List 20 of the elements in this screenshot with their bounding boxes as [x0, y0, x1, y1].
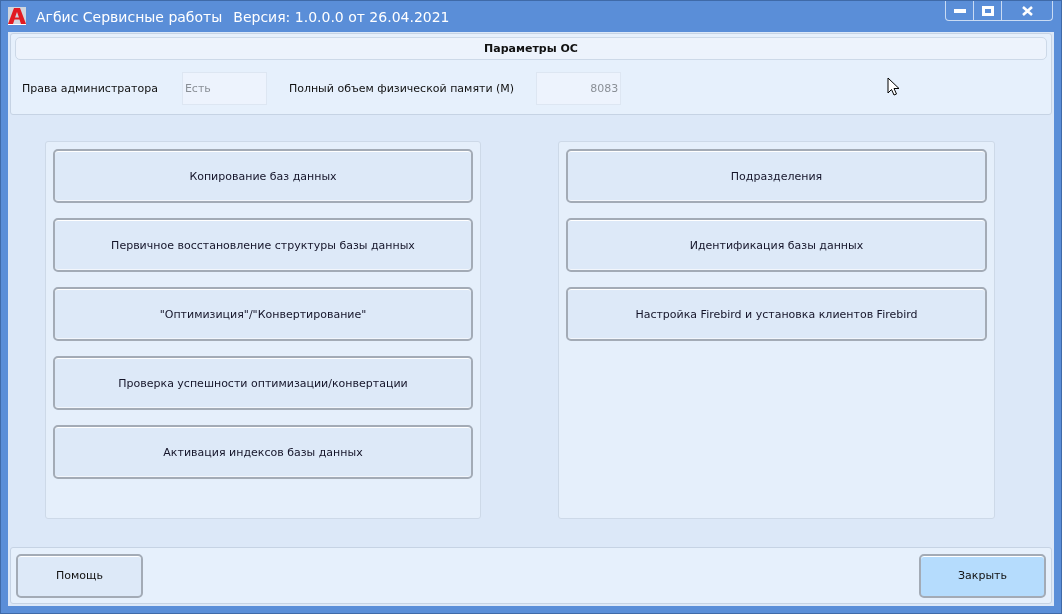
field-label: Права администратора: [22, 82, 158, 95]
field-label: Полный объем физической памяти (М): [288, 82, 515, 95]
maximize-icon: [981, 5, 994, 16]
mouse-pointer-icon: [887, 77, 900, 96]
window-title: Агбис Сервисные работы: [36, 8, 223, 27]
action-button[interactable]: Идентификация базы данных: [566, 218, 987, 272]
minimize-icon: [953, 8, 966, 13]
app-logo-icon: [8, 7, 26, 25]
footer-button[interactable]: Закрыть: [919, 553, 1046, 598]
action-button[interactable]: Подразделения: [566, 149, 987, 203]
section-title: Параметры ОС: [484, 42, 578, 55]
action-button[interactable]: Первичное восстановление структуры базы данных: [53, 218, 473, 272]
action-button[interactable]: Копирование баз данных: [53, 149, 473, 203]
version-label: Версия: 1.0.0.0 от 26.04.2021: [233, 8, 450, 27]
action-button[interactable]: "Оптимизиция"/"Конвертирование": [53, 287, 473, 341]
action-button[interactable]: Настройка Firebird и установка клиентов Firebird: [566, 287, 987, 341]
action-button[interactable]: Проверка успешности оптимизации/конвертации: [53, 356, 473, 410]
action-button[interactable]: Активация индексов базы данных: [53, 425, 473, 479]
footer-button[interactable]: Помощь: [16, 553, 143, 598]
close-icon: [1021, 5, 1033, 16]
